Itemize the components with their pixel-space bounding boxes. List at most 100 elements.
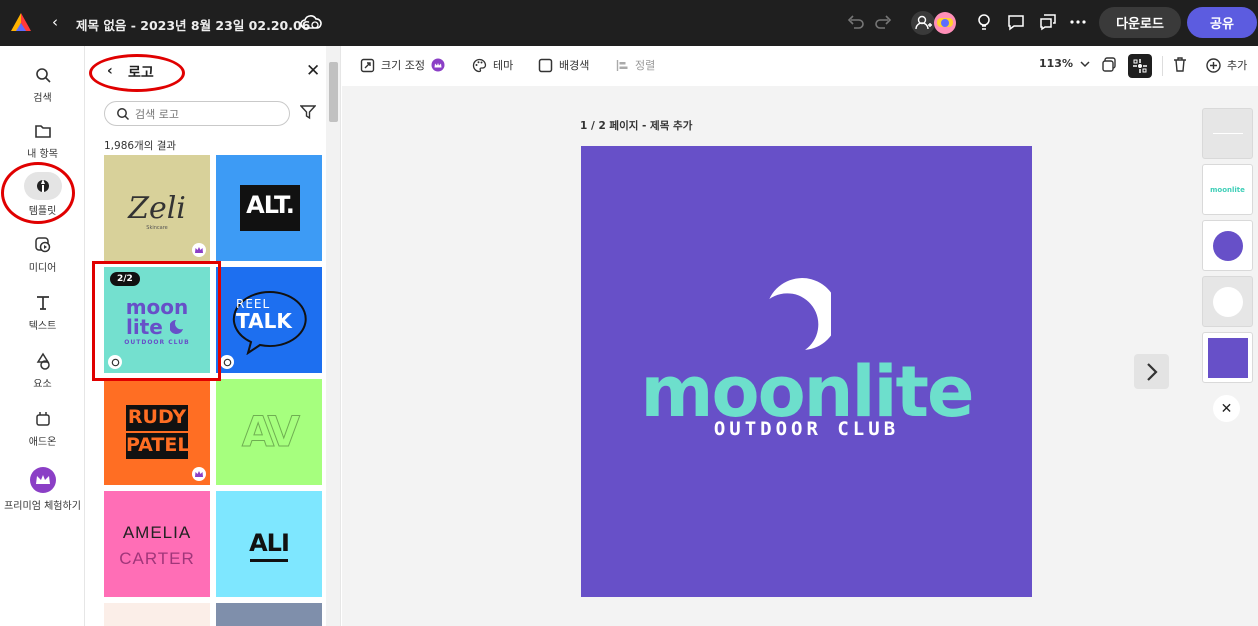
card-logo-text: AV <box>241 407 300 457</box>
canvas-toolbar: 크기 조정 테마 배경색 정렬 113% 추가 <box>342 46 1258 86</box>
bgcolor-label: 배경색 <box>559 59 590 72</box>
card-logo-text: ALI <box>249 529 290 557</box>
theme-button[interactable]: 테마 <box>472 57 513 73</box>
template-card-av[interactable]: AV <box>216 379 322 485</box>
layer-panel-close-icon[interactable]: ✕ <box>1213 395 1240 422</box>
rail-item-media[interactable]: 미디어 <box>0 234 85 274</box>
card-logo-text-2: TALK <box>236 309 292 333</box>
template-card-partial-2[interactable] <box>216 603 322 626</box>
card-logo-text: ALT. <box>246 191 295 219</box>
panel-scrollbar[interactable] <box>326 46 340 626</box>
card-logo-text-2: PATEL <box>126 434 190 456</box>
trash-icon[interactable] <box>1172 56 1188 73</box>
template-card-partial-1[interactable] <box>104 603 210 626</box>
rail-label: 내 항목 <box>27 149 58 160</box>
layer-thumb-2[interactable]: moonlite <box>1202 164 1253 215</box>
chevron-right-icon <box>1146 362 1158 381</box>
rail-label: 검색 <box>33 93 52 104</box>
card-logo-text: Zeli <box>128 191 186 226</box>
background-color-button[interactable]: 배경색 <box>538 57 589 73</box>
document-title[interactable]: 제목 없음 - 2023년 8월 23일 02.20.06 <box>76 15 310 34</box>
comment-icon[interactable] <box>1006 12 1026 32</box>
add-label: 추가 <box>1227 59 1248 72</box>
artboard[interactable]: moonlite OUTDOOR CLUB <box>581 146 1032 597</box>
align-button[interactable]: 정렬 <box>616 57 655 73</box>
result-count: 1,986개의 결과 <box>104 140 177 152</box>
template-card-alt[interactable]: ALT. <box>216 155 322 261</box>
card-logo-text-2: lite <box>126 315 163 339</box>
share-review-icon[interactable] <box>1038 12 1058 32</box>
theme-label: 테마 <box>493 59 514 72</box>
template-card-reel-talk[interactable]: REEL TALK <box>216 267 322 373</box>
panel-close-icon[interactable]: ✕ <box>306 61 320 81</box>
filter-icon[interactable] <box>300 104 316 120</box>
art-subtitle-text[interactable]: OUTDOOR CLUB <box>581 418 1032 440</box>
rail-item-templates[interactable]: 템플릿 <box>0 172 85 217</box>
zoom-dropdown[interactable]: 113% <box>1039 57 1091 70</box>
rail-label: 텍스트 <box>28 321 57 332</box>
logo-search-field[interactable] <box>104 101 290 126</box>
layer-thumb-text: moonlite <box>1210 185 1245 194</box>
lightbulb-icon[interactable] <box>974 12 994 32</box>
card-logo-text: RUDY <box>127 406 187 428</box>
template-card-moonlite[interactable]: 2/2 moon lite OUTDOOR CLUB <box>104 267 210 373</box>
rail-label: 미디어 <box>28 263 57 274</box>
add-button[interactable]: 추가 <box>1206 57 1247 73</box>
rail-item-search[interactable]: 검색 <box>0 64 85 104</box>
align-icon <box>616 59 628 71</box>
logo-templates-panel: ‹ 로고 ✕ 1,986개의 결과 Zeli Skincare ALT. 2/2… <box>85 46 341 626</box>
layer-thumb-3[interactable] <box>1202 220 1253 271</box>
moon-icon <box>170 320 183 334</box>
top-bar: ‹ 제목 없음 - 2023년 8월 23일 02.20.06 다운로드 공유 <box>0 0 1258 46</box>
canvas-area: 1 / 2 페이지 - 제목 추가 moonlite OUTDOOR CLUB <box>342 86 1258 626</box>
rail-label: 템플릿 <box>28 206 57 217</box>
arrange-icon[interactable] <box>1128 54 1152 78</box>
panel-title: 로고 <box>128 65 154 81</box>
zoom-level: 113% <box>1039 57 1073 70</box>
color-swatch-icon <box>538 58 553 72</box>
crown-icon <box>29 467 56 493</box>
next-page-button[interactable] <box>1134 354 1169 389</box>
layers-icon[interactable] <box>1101 56 1118 73</box>
rail-item-my-stuff[interactable]: 내 항목 <box>0 120 85 160</box>
download-button[interactable]: 다운로드 <box>1099 7 1181 38</box>
back-chevron-icon[interactable]: ‹ <box>52 13 58 31</box>
rail-label: 요소 <box>33 379 52 390</box>
layer-thumb-4[interactable] <box>1202 276 1253 327</box>
template-card-ali[interactable]: ALI <box>216 491 322 597</box>
resize-label: 크기 조정 <box>381 59 425 72</box>
template-card-amelia-carter[interactable]: AMELIA CARTER <box>104 491 210 597</box>
template-card-rudy-patel[interactable]: RUDY PATEL <box>104 379 210 485</box>
search-icon <box>117 108 130 121</box>
rail-item-elements[interactable]: 요소 <box>0 350 85 390</box>
text-icon <box>36 296 49 310</box>
template-card-zeli[interactable]: Zeli Skincare <box>104 155 210 261</box>
left-rail: 검색 내 항목 템플릿 미디어 텍스트 요소 애드온 프리미엄 체험하기 <box>0 46 85 626</box>
rail-item-addons[interactable]: 애드온 <box>0 408 85 448</box>
rail-item-text[interactable]: 텍스트 <box>0 292 85 332</box>
cloud-sync-icon[interactable] <box>300 13 322 31</box>
premium-crown-icon <box>192 243 206 257</box>
moon-icon[interactable] <box>763 278 831 352</box>
remix-icon <box>220 355 234 369</box>
redo-icon[interactable] <box>873 12 893 32</box>
rail-label: 애드온 <box>28 437 57 448</box>
panel-back-icon[interactable]: ‹ <box>107 63 113 79</box>
chevron-down-icon <box>1080 60 1090 67</box>
layer-thumb-5[interactable] <box>1202 332 1253 383</box>
rail-label: 프리미엄 체험하기 <box>4 501 81 512</box>
invite-collaborators[interactable] <box>910 10 958 36</box>
share-button[interactable]: 공유 <box>1187 7 1257 38</box>
page-label[interactable]: 1 / 2 페이지 - 제목 추가 <box>580 118 692 133</box>
more-options-icon[interactable] <box>1068 12 1088 32</box>
logo-search-input[interactable] <box>135 105 285 123</box>
rail-item-premium[interactable]: 프리미엄 체험하기 <box>0 466 85 512</box>
layer-thumb-1[interactable] <box>1202 108 1253 159</box>
card-logo-sub: Skincare <box>146 225 168 231</box>
resize-button[interactable]: 크기 조정 <box>360 57 445 73</box>
scrollbar-thumb[interactable] <box>329 62 338 122</box>
resize-icon <box>360 58 375 72</box>
app-logo-icon[interactable] <box>10 11 32 33</box>
undo-icon[interactable] <box>846 12 866 32</box>
premium-crown-icon <box>431 58 445 72</box>
